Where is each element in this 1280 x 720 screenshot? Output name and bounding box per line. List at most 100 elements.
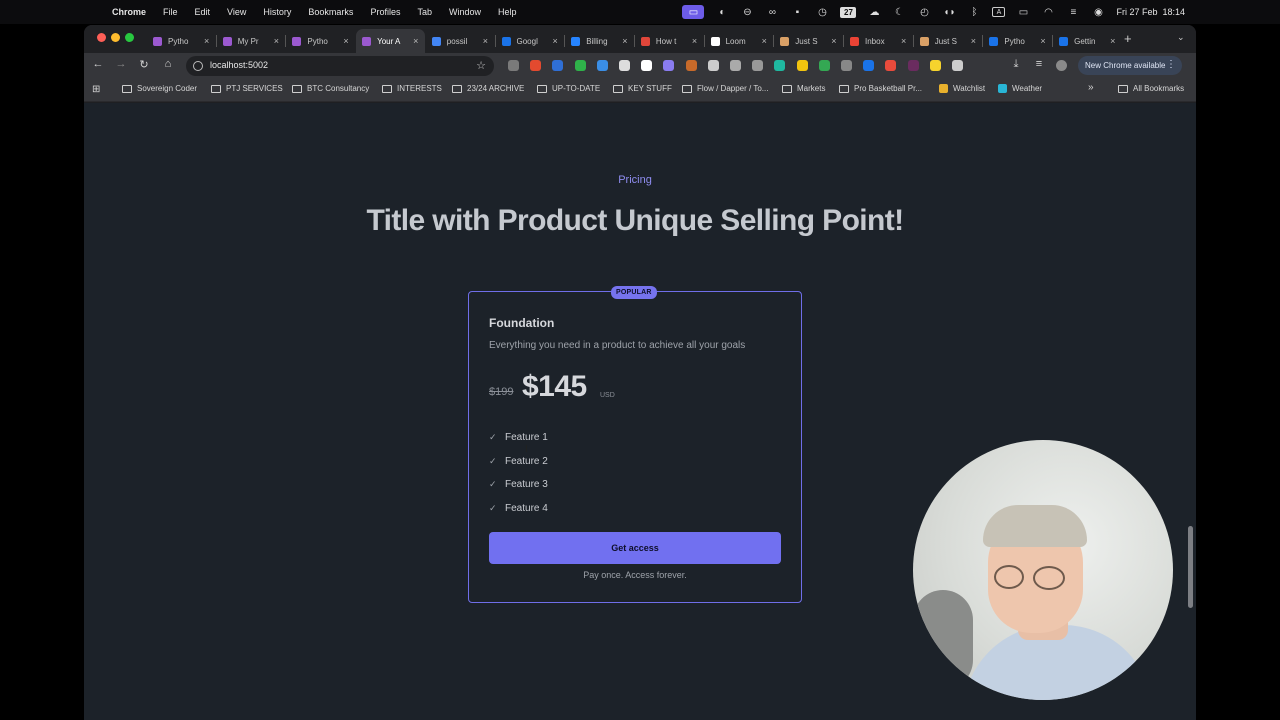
timer-icon[interactable]: ◷ (815, 6, 829, 18)
close-window-button[interactable] (97, 33, 106, 42)
control-center-icon[interactable]: ≡ (1066, 6, 1080, 18)
extension-icon[interactable] (596, 60, 608, 71)
bookmark-item[interactable]: Weather (998, 84, 1042, 93)
extension-icon[interactable] (641, 60, 653, 71)
menu-help[interactable]: Help (498, 7, 517, 17)
browser-tab[interactable]: Pytho × (147, 29, 216, 53)
extension-icon[interactable] (707, 60, 719, 71)
profile-avatar[interactable] (1056, 60, 1067, 71)
tab-close-icon[interactable]: × (692, 36, 697, 46)
tab-close-icon[interactable]: × (762, 36, 767, 46)
tab-close-icon[interactable]: × (971, 36, 976, 46)
app-icon[interactable]: ▪ (790, 6, 804, 18)
calendar-icon[interactable]: 27 (840, 6, 857, 18)
extension-icon[interactable] (619, 60, 630, 71)
bookmark-item[interactable]: BTC Consultancy (292, 84, 369, 93)
menu-history[interactable]: History (263, 7, 291, 17)
browser-tab[interactable]: Pytho × (983, 29, 1052, 53)
browser-tab[interactable]: Googl × (496, 29, 565, 53)
tab-close-icon[interactable]: × (1110, 36, 1115, 46)
address-url[interactable]: localhost:5002 (210, 60, 268, 70)
bookmark-item[interactable]: Markets (782, 84, 825, 93)
menu-app-name[interactable]: Chrome (112, 7, 146, 17)
bookmark-item[interactable]: KEY STUFF (613, 84, 672, 93)
link-icon[interactable]: ∞ (765, 6, 779, 18)
extension-icon[interactable] (574, 60, 586, 71)
reload-icon[interactable]: ↻ (137, 58, 151, 71)
tab-close-icon[interactable]: × (1040, 36, 1045, 46)
tab-close-icon[interactable]: × (343, 36, 348, 46)
menubar-datetime[interactable]: Fri 27 Feb 18:14 (1116, 7, 1185, 17)
extension-icon[interactable] (796, 60, 808, 71)
bookmark-star-icon[interactable]: ☆ (476, 59, 486, 72)
extension-icon[interactable] (907, 60, 919, 71)
browser-tab[interactable]: Billing × (565, 29, 634, 53)
cloud-icon[interactable]: ☁ (867, 6, 881, 18)
extension-icon[interactable] (552, 60, 564, 71)
browser-tab[interactable]: Inbox × (844, 29, 913, 53)
bookmarks-overflow-button[interactable]: » (1088, 82, 1094, 93)
browser-tab[interactable]: Pytho × (286, 29, 355, 53)
focus-icon[interactable]: ⊖ (740, 6, 754, 18)
extension-icon[interactable] (952, 60, 963, 71)
browser-tab[interactable]: Gettin × (1053, 29, 1122, 53)
menu-file[interactable]: File (163, 7, 178, 17)
bookmark-item[interactable]: PTJ SERVICES (211, 84, 283, 93)
bookmark-item[interactable]: 23/24 ARCHIVE (452, 84, 524, 93)
vpn-icon[interactable]: ◐ (715, 6, 729, 18)
keyboard-input-icon[interactable]: A (992, 7, 1006, 17)
apps-grid-icon[interactable]: ⊞ (92, 84, 100, 95)
download-icon[interactable]: ⤓ (1009, 58, 1023, 71)
menu-edit[interactable]: Edit (195, 7, 211, 17)
browser-tab[interactable]: Loom × (705, 29, 774, 53)
tab-close-icon[interactable]: × (204, 36, 209, 46)
extension-icon[interactable] (685, 60, 697, 71)
extension-icon[interactable] (885, 60, 897, 71)
extension-icon[interactable] (818, 60, 830, 71)
scrollbar-thumb[interactable] (1188, 526, 1193, 608)
moon-icon[interactable]: ☾ (892, 6, 906, 18)
browser-tab[interactable]: Just S × (914, 29, 983, 53)
menu-view[interactable]: View (227, 7, 246, 17)
page-scrollbar[interactable] (1186, 103, 1196, 720)
minimize-window-button[interactable] (111, 33, 120, 42)
browser-tab[interactable]: My Pr × (217, 29, 286, 53)
menu-profiles[interactable]: Profiles (370, 7, 400, 17)
clock-icon[interactable]: ◴ (917, 6, 931, 18)
new-tab-button[interactable]: + (1124, 31, 1132, 46)
menu-tab[interactable]: Tab (417, 7, 432, 17)
extension-icon[interactable] (730, 60, 741, 71)
all-bookmarks-button[interactable]: All Bookmarks (1118, 84, 1184, 93)
browser-tab[interactable]: possil × (426, 29, 495, 53)
extension-icon[interactable] (752, 60, 764, 71)
menu-bookmarks[interactable]: Bookmarks (308, 7, 353, 17)
home-icon[interactable]: ⌂ (161, 58, 175, 70)
get-access-button[interactable]: Get access (489, 532, 781, 564)
screen-record-icon[interactable]: ▭ (682, 5, 705, 19)
tab-search-chevron-icon[interactable]: ⌄ (1177, 32, 1185, 43)
bookmark-item[interactable]: Flow / Dapper / To... (682, 84, 768, 93)
bookmark-item[interactable]: INTERESTS (382, 84, 442, 93)
tab-close-icon[interactable]: × (274, 36, 279, 46)
tab-close-icon[interactable]: × (831, 36, 836, 46)
bookmark-item[interactable]: UP-TO-DATE (537, 84, 600, 93)
airpods-icon[interactable]: ◖◗ (942, 6, 956, 18)
bookmark-item[interactable]: Pro Basketball Pr... (839, 84, 922, 93)
wifi-icon[interactable]: ◠ (1041, 6, 1055, 18)
bookmark-item[interactable]: Sovereign Coder (122, 84, 197, 93)
browser-tab[interactable]: Your A × (356, 29, 425, 53)
zoom-window-button[interactable] (125, 33, 134, 42)
extension-icon[interactable] (774, 60, 786, 71)
extension-icon[interactable] (508, 60, 519, 71)
browser-tab[interactable]: Just S × (774, 29, 843, 53)
tab-close-icon[interactable]: × (413, 36, 418, 46)
extension-icon[interactable] (863, 60, 875, 71)
tab-close-icon[interactable]: × (483, 36, 488, 46)
bookmark-item[interactable]: Watchlist (939, 84, 985, 93)
bluetooth-icon[interactable]: ᛒ (967, 6, 981, 18)
update-chrome-button[interactable]: New Chrome available ⋮ (1078, 56, 1182, 75)
tab-close-icon[interactable]: × (622, 36, 627, 46)
browser-tab[interactable]: How t × (635, 29, 704, 53)
extension-icon[interactable] (663, 60, 675, 71)
back-arrow-icon[interactable]: ← (91, 58, 105, 70)
